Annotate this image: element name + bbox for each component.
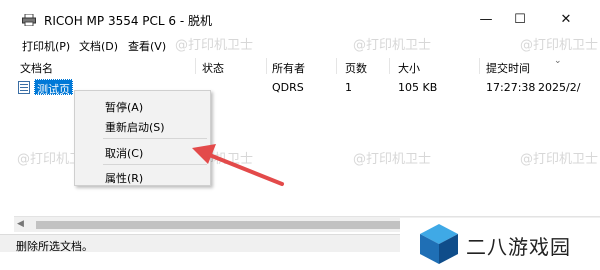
column-header-status[interactable]: 状态 — [202, 60, 224, 76]
watermark: @打印机卫士 — [520, 38, 599, 53]
document-submit-date: 2025/2/ — [538, 81, 581, 94]
watermark: @打印机卫士 — [353, 152, 432, 167]
watermark: @打印机卫士 — [353, 38, 432, 53]
column-divider[interactable] — [195, 58, 196, 74]
document-name[interactable]: 测试页 — [34, 79, 73, 96]
column-divider[interactable] — [336, 58, 337, 74]
watermark: @打印机卫士 — [520, 152, 599, 167]
print-queue-window: RICOH MP 3554 PCL 6 - 脱机 — ☐ ✕ 打印机(P) 文档… — [0, 0, 600, 270]
sort-arrow-icon: ⌄ — [554, 56, 562, 66]
document-submit-time: 17:27:38 — [486, 81, 536, 94]
context-menu-properties[interactable]: 属性(R) — [105, 170, 143, 186]
document-owner: QDRS — [272, 81, 304, 94]
minimize-button[interactable]: — — [471, 8, 501, 30]
title-bar: RICOH MP 3554 PCL 6 - 脱机 — ☐ ✕ — [0, 0, 600, 36]
scroll-thumb[interactable] — [36, 221, 406, 229]
list-header: 文档名 状态 所有者 页数 大小 提交时间 ⌄ — [14, 56, 600, 76]
close-button[interactable]: ✕ — [551, 8, 581, 30]
annotation-arrow-icon — [192, 144, 284, 186]
menu-printer[interactable]: 打印机(P) — [22, 38, 70, 54]
menu-document[interactable]: 文档(D) — [79, 38, 118, 54]
menu-bar: 打印机(P) 文档(D) 查看(V) — [0, 36, 600, 54]
column-divider[interactable] — [266, 58, 267, 74]
watermark: @打印机卫士 — [175, 38, 254, 53]
context-menu-restart[interactable]: 重新启动(S) — [105, 119, 165, 135]
document-size: 105 KB — [398, 81, 438, 94]
column-header-owner[interactable]: 所有者 — [272, 60, 305, 76]
document-icon — [18, 81, 30, 94]
logo-text: 二八游戏园 — [466, 235, 571, 259]
maximize-button[interactable]: ☐ — [505, 8, 535, 30]
status-text: 删除所选文档。 — [16, 240, 93, 253]
column-header-submitted[interactable]: 提交时间 — [486, 60, 530, 76]
window-title: RICOH MP 3554 PCL 6 - 脱机 — [44, 14, 213, 28]
cube-logo-icon — [420, 224, 458, 264]
site-logo: 二八游戏园 — [400, 218, 600, 270]
context-menu-pause[interactable]: 暂停(A) — [105, 99, 143, 115]
column-header-pages[interactable]: 页数 — [345, 60, 367, 76]
scroll-left-icon[interactable]: ◀ — [17, 219, 24, 229]
context-menu-cancel[interactable]: 取消(C) — [105, 145, 143, 161]
column-divider[interactable] — [479, 58, 480, 74]
printer-icon — [22, 14, 36, 26]
column-header-size[interactable]: 大小 — [398, 60, 420, 76]
document-pages: 1 — [345, 81, 352, 94]
column-header-name[interactable]: 文档名 — [20, 60, 53, 76]
menu-view[interactable]: 查看(V) — [128, 38, 166, 54]
column-divider[interactable] — [389, 58, 390, 74]
